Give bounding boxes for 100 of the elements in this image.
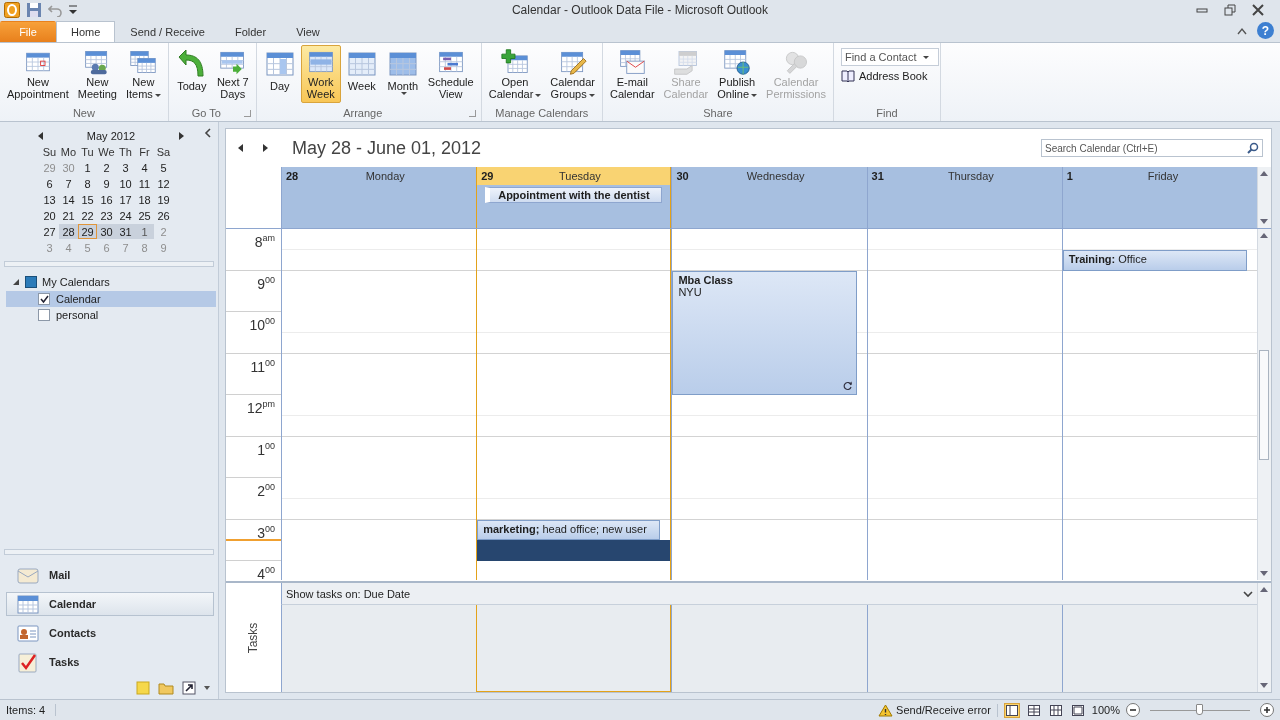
ribbon-button[interactable]: New Items	[121, 45, 165, 103]
calendar-day[interactable]: 19	[154, 192, 173, 207]
ribbon-button[interactable]: New Appointment	[3, 45, 73, 103]
group-label: Manage Calendars	[494, 106, 590, 120]
calendar-day[interactable]: 16	[97, 192, 116, 207]
hour-label: 9$^{00}$	[257, 274, 275, 292]
group-label: Arrange	[342, 106, 384, 120]
calendar-day[interactable]: 25	[135, 208, 154, 223]
calendar-day[interactable]: 6	[40, 176, 59, 191]
calendar-day[interactable]: 9	[97, 176, 116, 191]
calendar-day[interactable]: 18	[135, 192, 154, 207]
group-label: Go To	[190, 106, 222, 120]
calendar-day[interactable]: 22	[78, 208, 97, 223]
group-label: Share	[702, 106, 734, 120]
day-number: 30	[676, 170, 689, 182]
search-box[interactable]: Search Calendar (Ctrl+E)	[1041, 139, 1263, 157]
calendar-day[interactable]: 15	[78, 192, 97, 207]
hour-label: 2$^{00}$	[257, 482, 275, 499]
day-column[interactable]: Training: Office	[1061, 229, 1257, 580]
ribbon-button[interactable]: Next 7 Days	[212, 45, 253, 103]
calendar-day[interactable]: 4	[135, 160, 154, 175]
weekday-label: Fr	[138, 144, 151, 159]
event[interactable]: marketing; head office; new user	[477, 519, 661, 541]
calendar-day[interactable]: 23	[97, 208, 116, 223]
calendar-list-item[interactable]: Calendar	[6, 291, 216, 307]
nav-item[interactable]: Tasks	[6, 650, 214, 674]
event[interactable]: Training: Office	[1062, 249, 1247, 271]
ribbon-button[interactable]: Publish Online	[713, 45, 762, 103]
nav-item[interactable]: Calendar	[6, 592, 214, 616]
nav-item[interactable]: Mail	[6, 563, 214, 587]
calendar-day[interactable]: 29	[78, 224, 97, 239]
weekday-label: Su	[41, 144, 58, 159]
hour-label: 1$^{00}$	[257, 440, 275, 458]
calendar-day[interactable]: 13	[40, 192, 59, 207]
ribbon-button[interactable]: E-mail Calendar	[605, 45, 659, 103]
calendar-day[interactable]: 20	[40, 208, 59, 223]
calendar-day[interactable]: 27	[40, 224, 59, 239]
address-book-button[interactable]: Address Book	[840, 70, 933, 82]
calendar-day[interactable]: 2	[97, 160, 116, 175]
day-column[interactable]: Mba Class NYU	[671, 229, 867, 580]
month-title: May 2012	[86, 130, 136, 142]
day-name: Friday	[1146, 170, 1180, 182]
weekday-label: Tu	[80, 144, 95, 159]
calendar-day[interactable]: 21	[59, 208, 78, 223]
calendar-day[interactable]: 1	[135, 224, 154, 239]
weekday-label: Th	[118, 144, 133, 159]
ribbon-tab[interactable]: View	[281, 21, 335, 42]
ribbon-tab[interactable]: Home	[56, 21, 116, 42]
hour-label: 11$^{00}$	[250, 357, 275, 375]
day-name: Monday	[364, 170, 406, 182]
find-contact-field[interactable]: Find a Contact	[840, 48, 939, 66]
calendar-day[interactable]: 12	[154, 176, 173, 191]
send-receive-error[interactable]: Send/Receive error	[896, 704, 991, 716]
day-number: 31	[871, 170, 884, 182]
day-number: 29	[481, 170, 494, 182]
item-count: Items: 4	[6, 704, 57, 716]
calendar-day[interactable]: 8	[78, 176, 97, 191]
calendar-day[interactable]: 26	[154, 208, 173, 223]
calendar-day[interactable]: 11	[135, 176, 154, 191]
calendar-day[interactable]: 5	[154, 160, 173, 175]
event[interactable]: Mba Class NYU	[672, 270, 857, 395]
ribbon-tab[interactable]: Send / Receive	[115, 21, 220, 42]
ribbon-button[interactable]: Month	[382, 45, 423, 103]
ribbon-button[interactable]: Today	[171, 45, 212, 103]
help-button[interactable]: ?	[1257, 22, 1274, 39]
all-day-event[interactable]: Appointment with the dentist	[485, 187, 663, 203]
day-column[interactable]: marketing; head office; new user	[476, 229, 672, 580]
group-label: New	[71, 106, 96, 120]
day-number: 1	[1066, 170, 1073, 182]
weekday-label: We	[97, 144, 116, 159]
calendar-day[interactable]: 3	[116, 160, 135, 175]
hour-label: 8$^{am}$	[254, 233, 275, 250]
weekday-label: Mo	[59, 144, 78, 159]
ribbon-button[interactable]: New Meeting	[73, 45, 121, 103]
calendar-day[interactable]: 28	[59, 224, 78, 239]
calendar-list-item[interactable]: personal	[6, 307, 216, 323]
tasks-filter-label: Show tasks on: Due Date	[286, 587, 411, 600]
calendar-day[interactable]: 7	[59, 176, 78, 191]
ribbon-button[interactable]: Open Calendar	[484, 45, 546, 103]
calendar-day[interactable]: 14	[59, 192, 78, 207]
ribbon-button[interactable]: Schedule View	[423, 45, 478, 103]
calendar-day[interactable]: 1	[78, 160, 97, 175]
weekday-label: Sa	[155, 144, 172, 159]
calendar-day[interactable]: 17	[116, 192, 135, 207]
calendar-day[interactable]: 24	[116, 208, 135, 223]
tasks-header[interactable]: Show tasks on: Due Date	[281, 583, 1257, 605]
ribbon-button[interactable]: Day	[259, 45, 300, 103]
ribbon-tab[interactable]: Folder	[219, 21, 282, 42]
hour-label: 3$^{00}$	[257, 523, 275, 541]
tasks-label: Tasks	[246, 622, 261, 653]
calendar-day[interactable]: 30	[97, 224, 116, 239]
day-name: Tuesday	[558, 170, 602, 182]
calendar-day[interactable]: 31	[116, 224, 135, 239]
calendar-day[interactable]: 10	[116, 176, 135, 191]
date-range-title: May 28 - June 01, 2012	[292, 137, 482, 159]
group-label: Find	[875, 106, 899, 120]
nav-item[interactable]: Contacts	[6, 621, 214, 645]
ribbon-button[interactable]: Week	[341, 45, 382, 103]
ribbon-button[interactable]: Calendar Groups	[546, 45, 599, 103]
ribbon-button[interactable]: Work Week	[300, 45, 341, 103]
